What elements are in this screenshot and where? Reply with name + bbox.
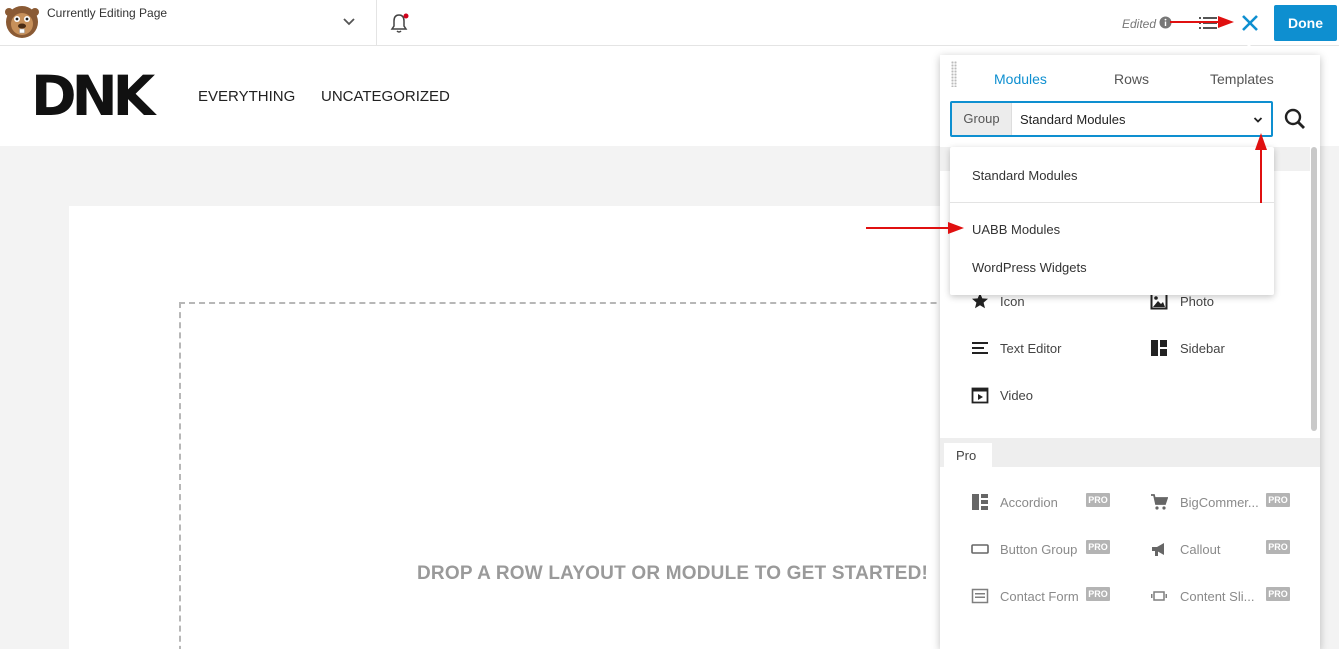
chevron-down-icon — [1253, 117, 1263, 123]
notification-bell-icon[interactable] — [389, 12, 409, 34]
module-button-group[interactable]: Button Group — [1000, 542, 1077, 557]
panel-pointer — [1238, 44, 1260, 55]
sidebar-icon — [1151, 340, 1167, 356]
dropdown-option-uabb-modules[interactable]: UABB Modules — [972, 222, 1060, 237]
module-video[interactable]: Video — [1000, 388, 1033, 403]
content-slider-icon — [1151, 591, 1167, 601]
button-group-icon — [971, 544, 989, 554]
pro-badge: PRO — [1266, 493, 1290, 507]
drag-handle-icon[interactable] — [951, 61, 957, 87]
builder-toolbar: Currently Editing Page Edited Done — [0, 0, 1339, 46]
module-bigcommerce[interactable]: BigCommer... — [1180, 495, 1259, 510]
content-panel: Modules Rows Templates Group Standard Mo… — [940, 55, 1320, 649]
outline-list-icon[interactable] — [1198, 15, 1218, 31]
edit-status: Edited — [1122, 17, 1157, 31]
dropdown-option-wordpress-widgets[interactable]: WordPress Widgets — [972, 260, 1087, 275]
dropdown-option-standard-modules[interactable]: Standard Modules — [972, 168, 1078, 183]
module-accordion[interactable]: Accordion — [1000, 495, 1058, 510]
megaphone-icon — [1152, 543, 1164, 556]
pro-badge: PRO — [1266, 587, 1290, 601]
module-sidebar[interactable]: Sidebar — [1180, 341, 1225, 356]
pro-badge: PRO — [1086, 493, 1110, 507]
dropdown-divider — [950, 202, 1274, 203]
contact-form-icon — [971, 588, 989, 604]
group-label: Group — [952, 103, 1012, 135]
group-select-value: Standard Modules — [1020, 112, 1126, 127]
pro-section-title[interactable]: Pro — [944, 443, 992, 468]
close-icon[interactable] — [1239, 12, 1261, 34]
tab-modules[interactable]: Modules — [994, 71, 1047, 87]
pro-badge: PRO — [1266, 540, 1290, 554]
tab-rows[interactable]: Rows — [1114, 71, 1149, 87]
pro-section-bar — [940, 438, 1320, 467]
beaver-logo-icon[interactable] — [2, 2, 40, 40]
toolbar-divider — [376, 0, 377, 46]
search-icon[interactable] — [1283, 107, 1307, 131]
panel-scrollbar[interactable] — [1311, 147, 1317, 431]
module-contact-form[interactable]: Contact Form — [1000, 589, 1079, 604]
module-text-editor[interactable]: Text Editor — [1000, 341, 1061, 356]
nav-link-uncategorized[interactable]: UNCATEGORIZED — [321, 88, 450, 105]
accordion-icon — [972, 494, 988, 510]
text-editor-icon — [972, 342, 988, 354]
module-content-slider[interactable]: Content Sli... — [1180, 589, 1254, 604]
cart-icon — [1151, 494, 1168, 510]
nav-link-everything[interactable]: EVERYTHING — [198, 88, 295, 105]
video-icon — [971, 387, 989, 404]
module-callout[interactable]: Callout — [1180, 542, 1220, 557]
pro-badge: PRO — [1086, 587, 1110, 601]
pro-badge: PRO — [1086, 540, 1110, 554]
site-logo[interactable]: DNK — [31, 66, 155, 126]
module-photo[interactable]: Photo — [1180, 294, 1214, 309]
info-icon[interactable] — [1159, 16, 1172, 29]
tab-templates[interactable]: Templates — [1210, 71, 1274, 87]
done-button[interactable]: Done — [1274, 5, 1337, 41]
group-dropdown-menu: Standard Modules UABB Modules WordPress … — [950, 147, 1274, 295]
drop-zone-message: DROP A ROW LAYOUT OR MODULE TO GET START… — [417, 563, 929, 584]
module-icon[interactable]: Icon — [1000, 294, 1025, 309]
group-select[interactable]: Group Standard Modules — [950, 101, 1273, 137]
chevron-down-icon[interactable] — [341, 14, 357, 30]
editing-title: Currently Editing Page — [47, 6, 168, 20]
